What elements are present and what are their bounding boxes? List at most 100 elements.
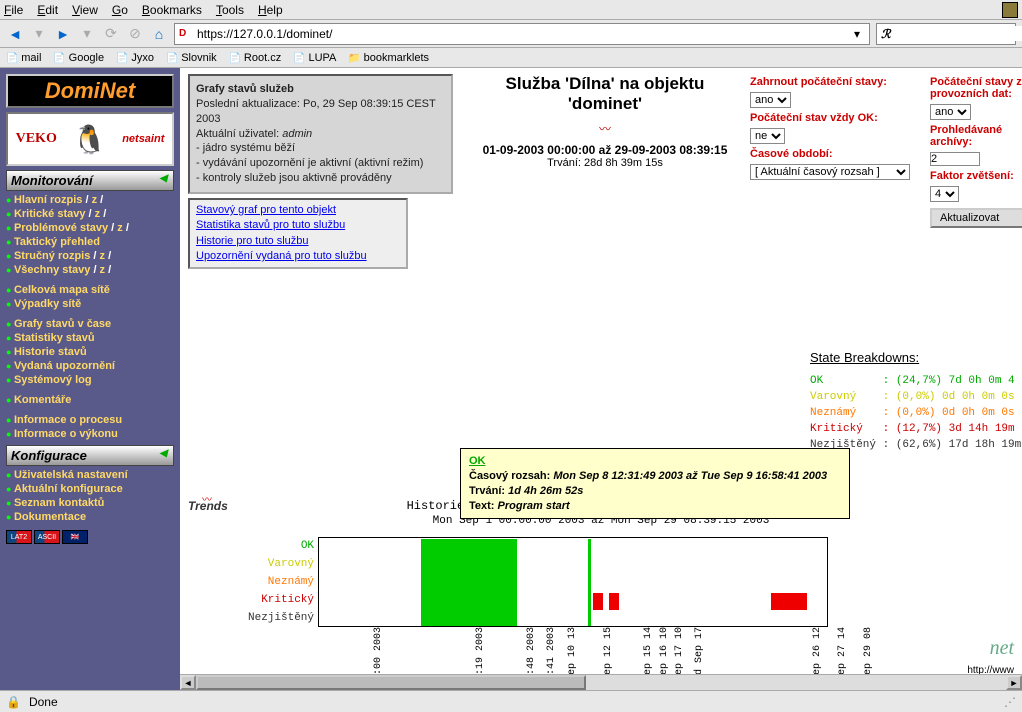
horizontal-scrollbar[interactable]: ◄ ►: [180, 674, 1022, 690]
menu-view[interactable]: View: [72, 3, 98, 17]
sidebar-item[interactable]: Historie stavů: [6, 345, 174, 359]
info-title: Grafy stavů služeb: [196, 82, 445, 97]
search-input[interactable]: [895, 26, 1022, 41]
vendor-logos: VEKO 🐧 netsaint: [6, 112, 174, 166]
menu-tools[interactable]: Tools: [216, 3, 244, 17]
stop-button[interactable]: ⊘: [126, 25, 144, 43]
select-initial-states[interactable]: ano: [750, 92, 791, 108]
scroll-thumb[interactable]: [196, 675, 586, 690]
select-time-range[interactable]: [ Aktuální časový rozsah ]: [750, 164, 910, 180]
input-archives[interactable]: [930, 152, 980, 166]
flag-en[interactable]: 🇬🇧: [62, 530, 88, 544]
sidebar-item[interactable]: Grafy stavů v čase: [6, 317, 174, 331]
browser-statusbar: 🔒 Done ⋰: [0, 690, 1022, 712]
sidebar: DomiNet VEKO 🐧 netsaint Monitorování Hla…: [0, 68, 180, 690]
sidebar-item[interactable]: Vydaná upozornění: [6, 359, 174, 373]
link-state-graph[interactable]: Stavový graf pro tento objekt: [196, 203, 400, 218]
section-config: Konfigurace: [6, 445, 174, 466]
bookmark-folder-bookmarklets[interactable]: bookmarklets: [348, 52, 429, 64]
tooltip-state: OK: [469, 454, 841, 469]
sidebar-item[interactable]: Aktuální konfigurace: [6, 482, 174, 496]
search-bar: ℛ: [876, 23, 1016, 45]
sidebar-item[interactable]: Uživatelská nastavení: [6, 468, 174, 482]
home-button[interactable]: ⌂: [150, 25, 168, 43]
info-panel: Grafy stavů služeb Poslední aktualizace:…: [188, 74, 453, 194]
link-alerts[interactable]: Upozornění vydaná pro tuto službu: [196, 249, 400, 264]
trends-label: Trends: [188, 499, 228, 513]
url-bar: D ▾: [174, 23, 870, 45]
flag-lat2[interactable]: LAT2: [6, 530, 32, 544]
chart-y-axis: OK Varovný Neznámý Kritický Nezjištěný: [248, 537, 318, 627]
bookmark-slovnik[interactable]: Slovnik: [166, 52, 217, 64]
reload-button[interactable]: ⟳: [102, 25, 120, 43]
sidebar-item[interactable]: Stručný rozpis / z /: [6, 249, 174, 263]
browser-toolbar: ◄ ▾ ► ▾ ⟳ ⊘ ⌂ D ▾ ℛ: [0, 20, 1022, 48]
bookmark-jyxo[interactable]: Jyxo: [116, 52, 154, 64]
bookmark-rootcz[interactable]: Root.cz: [229, 52, 282, 64]
select-initial-ok[interactable]: ne: [750, 128, 785, 144]
sidebar-item[interactable]: Všechny stavy / z /: [6, 263, 174, 277]
sidebar-item[interactable]: Hlavní rozpis / z /: [6, 193, 174, 207]
sidebar-item[interactable]: Komentáře: [6, 393, 174, 407]
search-icon: ℛ: [881, 27, 891, 41]
scroll-right-button[interactable]: ►: [1006, 675, 1022, 690]
sidebar-item[interactable]: Celková mapa sítě: [6, 283, 174, 297]
url-dropdown[interactable]: ▾: [849, 27, 865, 41]
select-oper-data[interactable]: ano: [930, 104, 971, 120]
link-state-stats[interactable]: Statistika stavů pro tuto službu: [196, 218, 400, 233]
language-flags: LAT2 ASCII 🇬🇧: [6, 530, 174, 544]
sidebar-item[interactable]: Statistiky stavů: [6, 331, 174, 345]
sidebar-item[interactable]: Kritické stavy / z /: [6, 207, 174, 221]
sidebar-item[interactable]: Výpadky sítě: [6, 297, 174, 311]
menu-bookmarks[interactable]: Bookmarks: [142, 3, 202, 17]
state-breakdowns: State Breakdowns: OK : (24,7%) 7d 0h 0m …: [810, 346, 1021, 455]
tooltip-range: Mon Sep 8 12:31:49 2003 až Tue Sep 9 16:…: [553, 470, 827, 482]
site-icon: D: [179, 27, 193, 41]
info-user: admin: [282, 128, 312, 140]
netsaint-footer-logo: net: [990, 637, 1014, 660]
bookmark-bar: mail Google Jyxo Slovnik Root.cz LUPA bo…: [0, 48, 1022, 68]
chart-tooltip: OK Časový rozsah: Mon Sep 8 12:31:49 200…: [460, 448, 850, 519]
sidebar-item[interactable]: Seznam kontaktů: [6, 496, 174, 510]
sidebar-item[interactable]: Informace o výkonu: [6, 427, 174, 441]
scroll-left-button[interactable]: ◄: [180, 675, 196, 690]
resize-grip-icon: ⋰: [1004, 695, 1016, 709]
update-button[interactable]: Aktualizovat: [930, 208, 1022, 228]
menu-edit[interactable]: Edit: [37, 3, 58, 17]
breakdown-row: Varovný : (0,0%) 0d 0h 0m 0s: [810, 391, 1021, 403]
lock-icon: 🔒: [6, 695, 21, 709]
quick-links: Stavový graf pro tento objekt Statistika…: [188, 198, 408, 270]
menu-file[interactable]: File: [4, 3, 23, 17]
sidebar-item[interactable]: Informace o procesu: [6, 413, 174, 427]
link-history[interactable]: Historie pro tuto službu: [196, 234, 400, 249]
bookmark-mail[interactable]: mail: [6, 52, 41, 64]
sidebar-item[interactable]: Taktický přehled: [6, 235, 174, 249]
flag-ascii[interactable]: ASCII: [34, 530, 60, 544]
service-duration: Trvání: 28d 8h 39m 15s: [470, 157, 740, 169]
bookmark-lupa[interactable]: LUPA: [293, 52, 336, 64]
bookmark-google[interactable]: Google: [53, 52, 104, 64]
section-monitoring: Monitorování: [6, 170, 174, 191]
forward-dropdown[interactable]: ▾: [78, 25, 96, 43]
tooltip-duration: 1d 4h 26m 52s: [508, 485, 583, 497]
browser-logo-icon: [1002, 2, 1018, 18]
menu-go[interactable]: Go: [112, 3, 128, 17]
chart-plot[interactable]: [318, 537, 828, 627]
sidebar-item[interactable]: Problémové stavy / z /: [6, 221, 174, 235]
forward-button[interactable]: ►: [54, 25, 72, 43]
form-col-2: Počáteční stavy z provozních dat: ano Pr…: [930, 74, 1022, 228]
breakdown-row: Neznámý : (0,0%) 0d 0h 0m 0s: [810, 407, 1021, 419]
service-range: 01-09-2003 00:00:00 až 29-09-2003 08:39:…: [470, 143, 740, 157]
menu-help[interactable]: Help: [258, 3, 283, 17]
chart-container: 〰 Trends Historie stavů pro službu 'Díln…: [188, 499, 1014, 690]
select-zoom[interactable]: 4: [930, 186, 959, 202]
linux-icon: 🐧: [72, 123, 107, 156]
sidebar-item[interactable]: Systémový log: [6, 373, 174, 387]
veko-logo: VEKO: [16, 131, 57, 147]
service-title: Služba 'Dílna' na objektu 'dominet': [470, 74, 740, 114]
back-dropdown[interactable]: ▾: [30, 25, 48, 43]
url-input[interactable]: [197, 27, 849, 41]
sidebar-item[interactable]: Dokumentace: [6, 510, 174, 524]
back-button[interactable]: ◄: [6, 25, 24, 43]
browser-menubar: File Edit View Go Bookmarks Tools Help: [0, 0, 1022, 20]
